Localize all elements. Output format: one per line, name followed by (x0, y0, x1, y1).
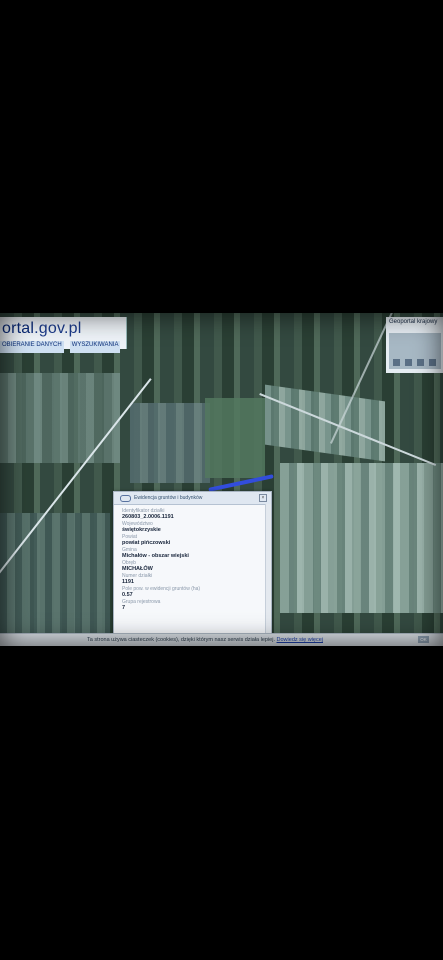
field-value: MICHAŁÓW (122, 566, 153, 572)
field-value: 0.57 (122, 592, 133, 598)
map-field (0, 513, 110, 633)
map-field (205, 398, 265, 478)
popup-title: Ewidencja gruntów i budynków (134, 495, 203, 501)
field-value: 1191 (122, 579, 134, 585)
top-nav: OBIERANIE DANYCH WYSZUKIWANIA (0, 341, 121, 353)
monitor-screen: ortal.gov.pl OBIERANIE DANYCH WYSZUKIWAN… (0, 313, 443, 646)
map-field (265, 384, 385, 462)
zoom-icon[interactable] (393, 359, 400, 366)
popup-body: Identyfikator działki 260803_2.0006.1191… (114, 505, 271, 612)
cookie-bar: Ta strona używa ciasteczek (cookies), dz… (0, 633, 443, 646)
map-field (280, 463, 443, 613)
nav-item-search[interactable]: WYSZUKIWANIA (69, 341, 121, 353)
map-field (0, 373, 120, 463)
logo-text: ortal (2, 320, 35, 337)
map-field (130, 403, 210, 483)
parcel-info-popup: Ewidencja gruntów i budynków × Identyfik… (113, 491, 272, 635)
geoportal-panel: Geoportal krajowy (386, 317, 443, 373)
cookie-close-button[interactable]: OK (418, 636, 429, 643)
popup-header: Ewidencja gruntów i budynków × (114, 492, 271, 505)
layers-icon[interactable] (405, 359, 412, 366)
logo-suffix: .gov.pl (34, 320, 82, 337)
field-value: powiat pińczowski (122, 540, 171, 546)
overview-map[interactable] (389, 333, 441, 369)
field-value: 260803_2.0006.1191 (122, 514, 174, 520)
cookie-text: Ta strona używa ciasteczek (cookies), dz… (87, 637, 275, 643)
popup-scrollbar[interactable] (265, 504, 271, 634)
cookie-more-link[interactable]: Dowiedz się więcej (277, 637, 323, 643)
field-value: Michałów - obszar wiejski (122, 553, 189, 559)
nav-item-data[interactable]: OBIERANIE DANYCH (0, 341, 64, 353)
cookie-message: Ta strona używa ciasteczek (cookies), dz… (87, 637, 323, 643)
field-value: 7 (122, 605, 126, 611)
measure-icon[interactable] (429, 359, 436, 366)
close-icon[interactable]: × (259, 494, 267, 502)
site-logo[interactable]: ortal.gov.pl (2, 320, 81, 338)
info-icon (120, 495, 131, 502)
print-icon[interactable] (417, 359, 424, 366)
site-header: ortal.gov.pl OBIERANIE DANYCH WYSZUKIWAN… (0, 317, 127, 353)
field-value: świętokrzyskie (122, 527, 161, 533)
geoportal-title: Geoportal krajowy (389, 319, 438, 325)
